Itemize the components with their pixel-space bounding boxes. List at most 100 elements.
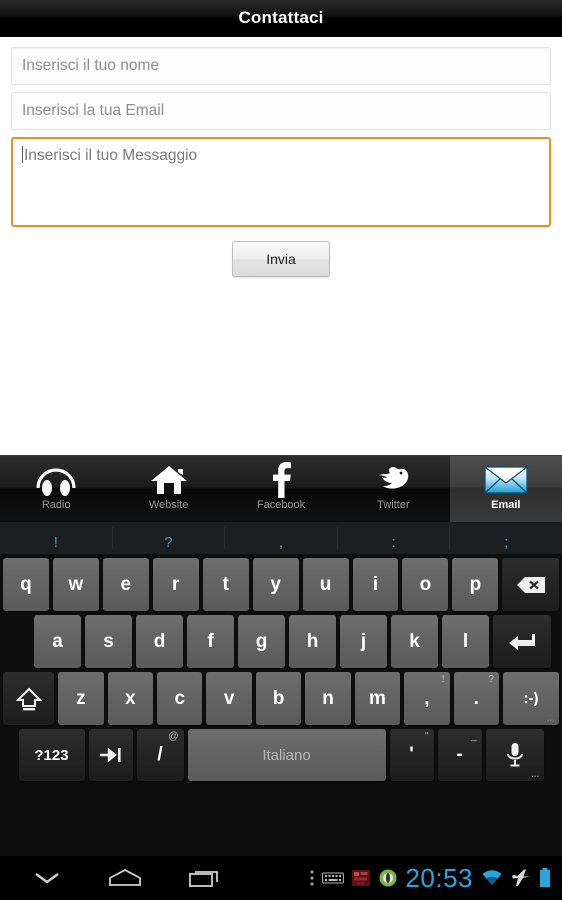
key-k[interactable]: k	[391, 615, 438, 668]
recent-apps-icon[interactable]	[188, 867, 222, 889]
key-w[interactable]: w	[52, 558, 99, 611]
keyboard-row-1: q w e r t y u i o p	[0, 558, 562, 611]
message-textarea-placeholder: Inserisci il tuo Messaggio	[24, 147, 198, 164]
key-comma-label: ,	[424, 687, 430, 709]
key-slash-label: /	[157, 744, 163, 765]
backspace-icon[interactable]	[502, 558, 560, 611]
key-emoji[interactable]: :-) ...	[502, 672, 560, 725]
soft-keyboard: ! ? , : ; q w e r t y u i o p a s d f g …	[0, 522, 562, 856]
tab-facebook-label: Facebook	[256, 499, 306, 511]
key-m[interactable]: m	[354, 672, 401, 725]
app-notification-icon[interactable]	[378, 868, 398, 888]
submit-row: Invia	[11, 241, 551, 277]
suggestion-item[interactable]: !	[0, 527, 113, 551]
tab-twitter-label: Twitter	[377, 499, 410, 511]
key-more-dots: ...	[546, 714, 556, 723]
app-notification-icon[interactable]	[351, 868, 371, 888]
system-nav-bar: 20:53	[0, 856, 562, 900]
key-emoji-label: :-)	[523, 690, 539, 707]
android-screen: Contattaci Inserisci il tuo nome Inseris…	[0, 0, 562, 900]
wifi-icon	[480, 868, 504, 888]
key-u[interactable]: u	[302, 558, 349, 611]
enter-icon[interactable]	[493, 615, 551, 668]
chevron-down-icon[interactable]	[32, 869, 62, 887]
key-b[interactable]: b	[255, 672, 302, 725]
key-q[interactable]: q	[2, 558, 49, 611]
key-i[interactable]: i	[352, 558, 399, 611]
key-z[interactable]: z	[58, 672, 104, 725]
key-apostrophe[interactable]: " '	[389, 729, 434, 781]
key-comma[interactable]: ! ,	[404, 672, 450, 725]
contact-form: Inserisci il tuo nome Inserisci la tua E…	[0, 37, 562, 449]
key-dash-alt: _	[470, 731, 477, 742]
key-h[interactable]: h	[289, 615, 336, 668]
headphones-icon	[34, 462, 78, 498]
suggestion-item[interactable]: ?	[113, 527, 226, 551]
key-l[interactable]: l	[442, 615, 489, 668]
keyboard-row-4: ?123 @ / Italiano " ' _ - ...	[0, 729, 562, 781]
bottom-tab-bar: Radio Website Facebook Twitter Email	[0, 455, 562, 522]
key-c[interactable]: c	[157, 672, 203, 725]
suggestion-strip: ! ? , : ;	[0, 522, 562, 554]
key-d[interactable]: d	[136, 615, 183, 668]
tab-twitter[interactable]: Twitter	[337, 456, 449, 522]
tab-email[interactable]: Email	[449, 456, 562, 522]
tab-email-label: Email	[491, 499, 521, 511]
app-title-bar: Contattaci	[0, 0, 562, 37]
microphone-icon[interactable]: ...	[485, 729, 544, 781]
key-period[interactable]: ? .	[453, 672, 499, 725]
key-more-dots: ...	[531, 770, 540, 779]
key-j[interactable]: j	[340, 615, 387, 668]
text-caret	[22, 146, 23, 163]
tab-radio-label: Radio	[41, 499, 71, 511]
key-x[interactable]: x	[107, 672, 154, 725]
suggestion-item[interactable]: :	[338, 527, 451, 551]
key-period-alt: ?	[488, 674, 494, 685]
key-apostrophe-alt: "	[424, 731, 429, 742]
tab-website[interactable]: Website	[112, 456, 224, 522]
key-s[interactable]: s	[85, 615, 132, 668]
key-dash[interactable]: _ -	[437, 729, 482, 781]
keyboard-icon[interactable]	[322, 871, 345, 885]
key-y[interactable]: y	[252, 558, 299, 611]
status-icons: 20:53	[309, 863, 562, 894]
key-t[interactable]: t	[202, 558, 249, 611]
page-title: Contattaci	[238, 8, 324, 27]
key-n[interactable]: n	[305, 672, 351, 725]
tab-radio[interactable]: Radio	[0, 456, 112, 522]
message-textarea[interactable]: Inserisci il tuo Messaggio	[11, 137, 551, 227]
tab-website-label: Website	[148, 499, 189, 511]
key-a[interactable]: a	[34, 615, 81, 668]
tab-facebook[interactable]: Facebook	[225, 456, 337, 522]
key-o[interactable]: o	[402, 558, 449, 611]
key-f[interactable]: f	[187, 615, 234, 668]
key-dash-label: -	[456, 744, 463, 765]
home-outline-icon[interactable]	[108, 867, 142, 889]
key-v[interactable]: v	[206, 672, 252, 725]
email-input[interactable]: Inserisci la tua Email	[11, 92, 551, 130]
keyboard-row-3: z x c v b n m ! , ? . :-) ...	[0, 672, 562, 725]
suggestion-item[interactable]: ;	[450, 527, 562, 551]
overflow-dots-icon[interactable]	[309, 868, 315, 888]
home-icon	[149, 462, 189, 498]
submit-button[interactable]: Invia	[232, 241, 330, 277]
tab-key-icon[interactable]	[88, 729, 133, 781]
key-slash-alt: @	[168, 731, 179, 742]
shift-icon[interactable]	[2, 672, 55, 725]
twitter-bird-icon	[371, 462, 415, 498]
name-input-placeholder: Inserisci il tuo nome	[22, 57, 159, 74]
suggestion-item[interactable]: ,	[225, 527, 338, 551]
key-e[interactable]: e	[102, 558, 149, 611]
airplane-mode-icon	[511, 868, 531, 888]
name-input[interactable]: Inserisci il tuo nome	[11, 47, 551, 85]
key-apostrophe-label: '	[409, 744, 414, 765]
key-p[interactable]: p	[452, 558, 499, 611]
facebook-icon	[268, 462, 294, 498]
key-slash[interactable]: @ /	[136, 729, 184, 781]
key-symbols[interactable]: ?123	[18, 729, 85, 781]
email-input-placeholder: Inserisci la tua Email	[22, 102, 165, 119]
keyboard-row-2: a s d f g h j k l	[0, 615, 562, 668]
key-r[interactable]: r	[152, 558, 199, 611]
space-key[interactable]: Italiano	[187, 729, 386, 781]
key-g[interactable]: g	[238, 615, 285, 668]
